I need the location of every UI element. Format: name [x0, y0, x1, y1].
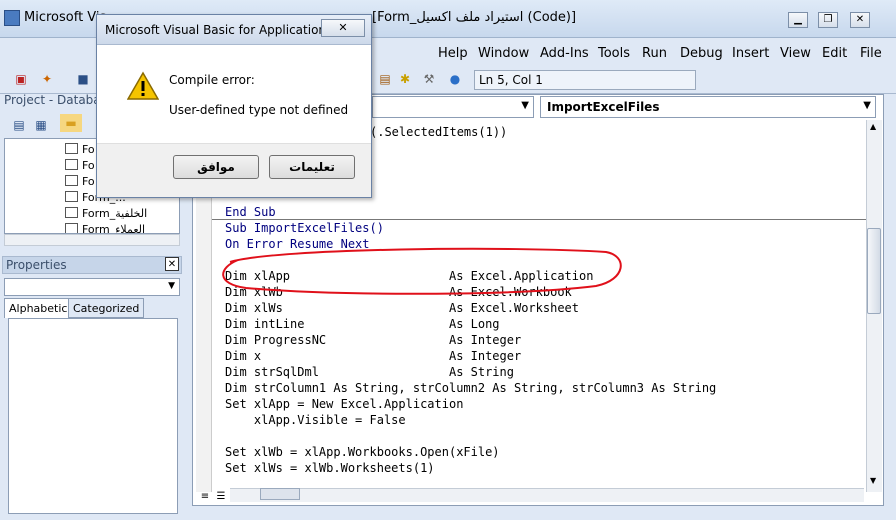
compile-error-dialog: Microsoft Visual Basic for Applications …	[96, 14, 372, 198]
form-icon	[65, 143, 78, 154]
code-line[interactable]: (.SelectedItems(1))	[370, 124, 507, 140]
window-title: Microsoft Vis	[24, 10, 107, 25]
help-button[interactable]: تعليمات	[269, 155, 355, 179]
menu-add-ins[interactable]: Add-Ins	[540, 46, 589, 61]
close-icon[interactable]: ✕	[165, 257, 179, 271]
access-view-icon[interactable]: ▣	[12, 70, 30, 88]
menu-help[interactable]: Help	[438, 46, 468, 61]
dialog-title-bar: Microsoft Visual Basic for Applications …	[97, 15, 371, 45]
code-hscroll[interactable]	[230, 488, 864, 502]
red-circle-annotation	[222, 247, 622, 295]
menu-view[interactable]: View	[780, 46, 811, 61]
maximize-button[interactable]: ❐	[818, 12, 838, 28]
code-line[interactable]: End Sub	[225, 204, 276, 220]
vba-app-icon	[4, 10, 20, 26]
object-combo[interactable]: ▼	[372, 96, 534, 118]
dialog-title: Microsoft Visual Basic for Applications	[105, 23, 333, 37]
code-line[interactable]: Dim x As Integer	[225, 348, 521, 364]
code-line[interactable]: Set xlApp = New Excel.Application	[225, 396, 463, 412]
menu-debug[interactable]: Debug	[680, 46, 723, 61]
properties-title: Properties	[6, 258, 67, 272]
code-line[interactable]: xlApp.Visible = False	[225, 412, 406, 428]
code-line[interactable]: Set xlWs = xlWb.Worksheets(1)	[225, 460, 435, 476]
code-vscroll-thumb[interactable]	[867, 228, 881, 314]
tab-alphabetic[interactable]: Alphabetic	[4, 298, 73, 318]
code-line[interactable]: Dim intLine As Long	[225, 316, 500, 332]
tree-item[interactable]: Fo	[65, 159, 95, 175]
tools-icon[interactable]: ⚒	[420, 70, 438, 88]
properties-object-select[interactable]: ▼	[4, 278, 180, 296]
code-hscroll-thumb[interactable]	[260, 488, 300, 500]
code-line[interactable]: Dim strSqlDml As String	[225, 364, 514, 380]
tree-item[interactable]: Fo	[65, 143, 95, 159]
minimize-button[interactable]: ▁	[788, 12, 808, 28]
form-icon	[65, 159, 78, 170]
project-explorer-title: Project - Databas	[4, 93, 107, 107]
menu-file[interactable]: File	[860, 46, 882, 61]
code-line[interactable]: Sub ImportExcelFiles()	[225, 220, 384, 236]
tree-item[interactable]: Form_الخلفية	[65, 207, 147, 223]
cursor-position: Ln 5, Col 1	[474, 70, 696, 90]
form-icon	[65, 175, 78, 186]
scroll-down-icon[interactable]: ▼	[870, 476, 876, 485]
warning-icon	[127, 71, 159, 100]
chevron-down-icon: ▼	[863, 100, 871, 111]
properties-grid[interactable]	[8, 318, 178, 514]
window-title-suffix: [Form_استيراد ملف اكسيل (Code)]	[372, 10, 577, 25]
full-module-view-icon[interactable]: ☰	[212, 488, 230, 506]
vba-editor-window: Microsoft Vis [Form_استيراد ملف اكسيل (C…	[0, 0, 896, 520]
menu-insert[interactable]: Insert	[732, 46, 769, 61]
view-code-icon[interactable]: ▤	[10, 116, 28, 134]
dialog-message: User-defined type not defined	[169, 103, 349, 117]
dialog-close-button[interactable]: ✕	[321, 19, 365, 37]
toolbox-icon[interactable]: ✱	[396, 70, 414, 88]
code-line[interactable]: Dim xlWs As Excel.Worksheet	[225, 300, 579, 316]
object-browser-icon[interactable]: ▤	[376, 70, 394, 88]
code-line[interactable]: Dim ProgressNC As Integer	[225, 332, 521, 348]
properties-header: Properties ✕	[2, 256, 182, 274]
code-line[interactable]: Dim strColumn1 As String, strColumn2 As …	[225, 380, 716, 396]
menu-tools[interactable]: Tools	[598, 46, 630, 61]
dialog-message-title: Compile error:	[169, 73, 255, 87]
save-icon[interactable]: ■	[74, 70, 92, 88]
tree-item[interactable]: Form_العملاء	[65, 223, 145, 233]
chevron-down-icon: ▼	[521, 100, 529, 111]
tree-item[interactable]: Fo	[65, 175, 95, 191]
tab-categorized[interactable]: Categorized	[68, 298, 145, 318]
project-hscroll[interactable]	[4, 234, 180, 246]
menu-run[interactable]: Run	[642, 46, 667, 61]
chevron-down-icon: ▼	[168, 281, 175, 291]
view-object-icon[interactable]: ▦	[32, 116, 50, 134]
menu-edit[interactable]: Edit	[822, 46, 847, 61]
code-line[interactable]: Set xlWb = xlApp.Workbooks.Open(xFile)	[225, 444, 500, 460]
toggle-folders-icon[interactable]: ▬	[60, 114, 82, 132]
form-icon	[65, 207, 78, 218]
menu-window[interactable]: Window	[478, 46, 529, 61]
insert-module-icon[interactable]: ✦	[38, 70, 56, 88]
form-icon	[65, 223, 78, 233]
close-button[interactable]: ✕	[850, 12, 870, 28]
help-icon[interactable]: ●	[446, 70, 464, 88]
scroll-up-icon[interactable]: ▲	[870, 122, 876, 131]
ok-button[interactable]: موافق	[173, 155, 259, 179]
form-icon	[65, 191, 78, 202]
procedure-combo[interactable]: ImportExcelFiles ▼	[540, 96, 876, 118]
